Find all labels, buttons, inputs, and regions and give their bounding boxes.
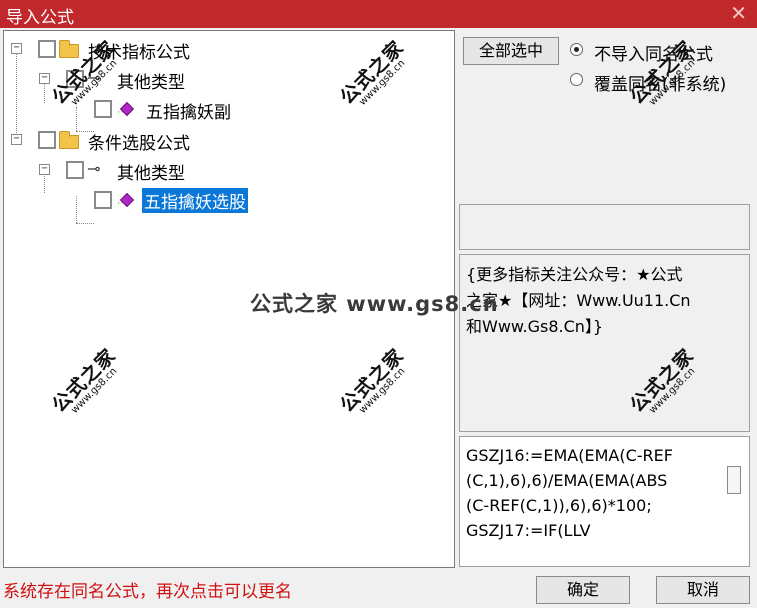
node-checkbox[interactable] — [38, 40, 56, 58]
description-text: {更多指标关注公众号：★公式 之家★【网址：Www.Uu11.Cn 和Www.G… — [466, 262, 748, 340]
formula-icon: ⋯ — [117, 192, 135, 209]
node-label: 五指擒妖副 — [146, 103, 231, 123]
code-line: GSZJ17:=IF(LLV — [466, 521, 591, 540]
tree-node-other-types[interactable]: − ⊸ 其他类型 — [4, 67, 244, 93]
node-checkbox[interactable] — [94, 191, 112, 209]
radio-button[interactable] — [570, 73, 583, 86]
collapse-icon[interactable]: − — [39, 73, 50, 84]
node-label: 其他类型 — [117, 164, 185, 184]
node-checkbox[interactable] — [66, 161, 84, 179]
close-icon[interactable]: ✕ — [730, 1, 747, 25]
collapse-icon[interactable]: − — [11, 43, 22, 54]
code-line: GSZJ16:=EMA(EMA(C-REF — [466, 446, 673, 465]
status-message: 系统存在同名公式，再次点击可以更名 — [3, 582, 292, 602]
window-title: 导入公式 — [6, 8, 74, 28]
node-checkbox[interactable] — [38, 131, 56, 149]
watermark-banner: 公式之家 www.gs8.cn — [250, 292, 499, 316]
description-line: {更多指标关注公众号：★公式 — [466, 265, 683, 284]
tree-node-formula-selected[interactable]: ⋯ 五指擒妖选股 — [4, 188, 284, 213]
node-label-selected: 五指擒妖选股 — [142, 188, 248, 213]
description-line: 之家★【网址：Www.Uu11.Cn — [466, 291, 691, 310]
code-line: (C,1),6),6)/EMA(EMA(ABS — [466, 471, 668, 490]
code-line: (C-REF(C,1)),6),6)*100; — [466, 496, 652, 515]
folder-icon — [59, 40, 79, 58]
radio-button-checked[interactable] — [570, 43, 583, 56]
description-line: 和Www.Gs8.Cn】} — [466, 317, 604, 336]
formula-code: GSZJ16:=EMA(EMA(C-REF (C,1),6),6)/EMA(EM… — [466, 443, 724, 543]
tree-node-stock-selection[interactable]: − 条件选股公式 — [4, 128, 244, 154]
folder-icon — [59, 131, 79, 149]
cancel-button[interactable]: 取消 — [656, 576, 750, 604]
node-checkbox[interactable] — [94, 100, 112, 118]
formula-icon: ⋯ — [117, 101, 135, 118]
tree-node-other-types[interactable]: − ⊸ 其他类型 — [4, 158, 244, 184]
node-label: 条件选股公式 — [88, 134, 190, 154]
title-bar: 导入公式 ✕ — [0, 0, 757, 28]
info-box — [459, 204, 750, 250]
tree-node-formula[interactable]: ⋯ 五指擒妖副 — [4, 97, 264, 123]
scrollbar-thumb[interactable] — [727, 466, 741, 494]
collapse-icon[interactable]: − — [11, 134, 22, 145]
ok-button[interactable]: 确定 — [536, 576, 630, 604]
tree-connector — [76, 223, 94, 224]
node-label: 其他类型 — [117, 73, 185, 93]
select-all-button[interactable]: 全部选中 — [463, 37, 559, 65]
key-icon: ⊸ — [87, 159, 101, 178]
collapse-icon[interactable]: − — [39, 164, 50, 175]
